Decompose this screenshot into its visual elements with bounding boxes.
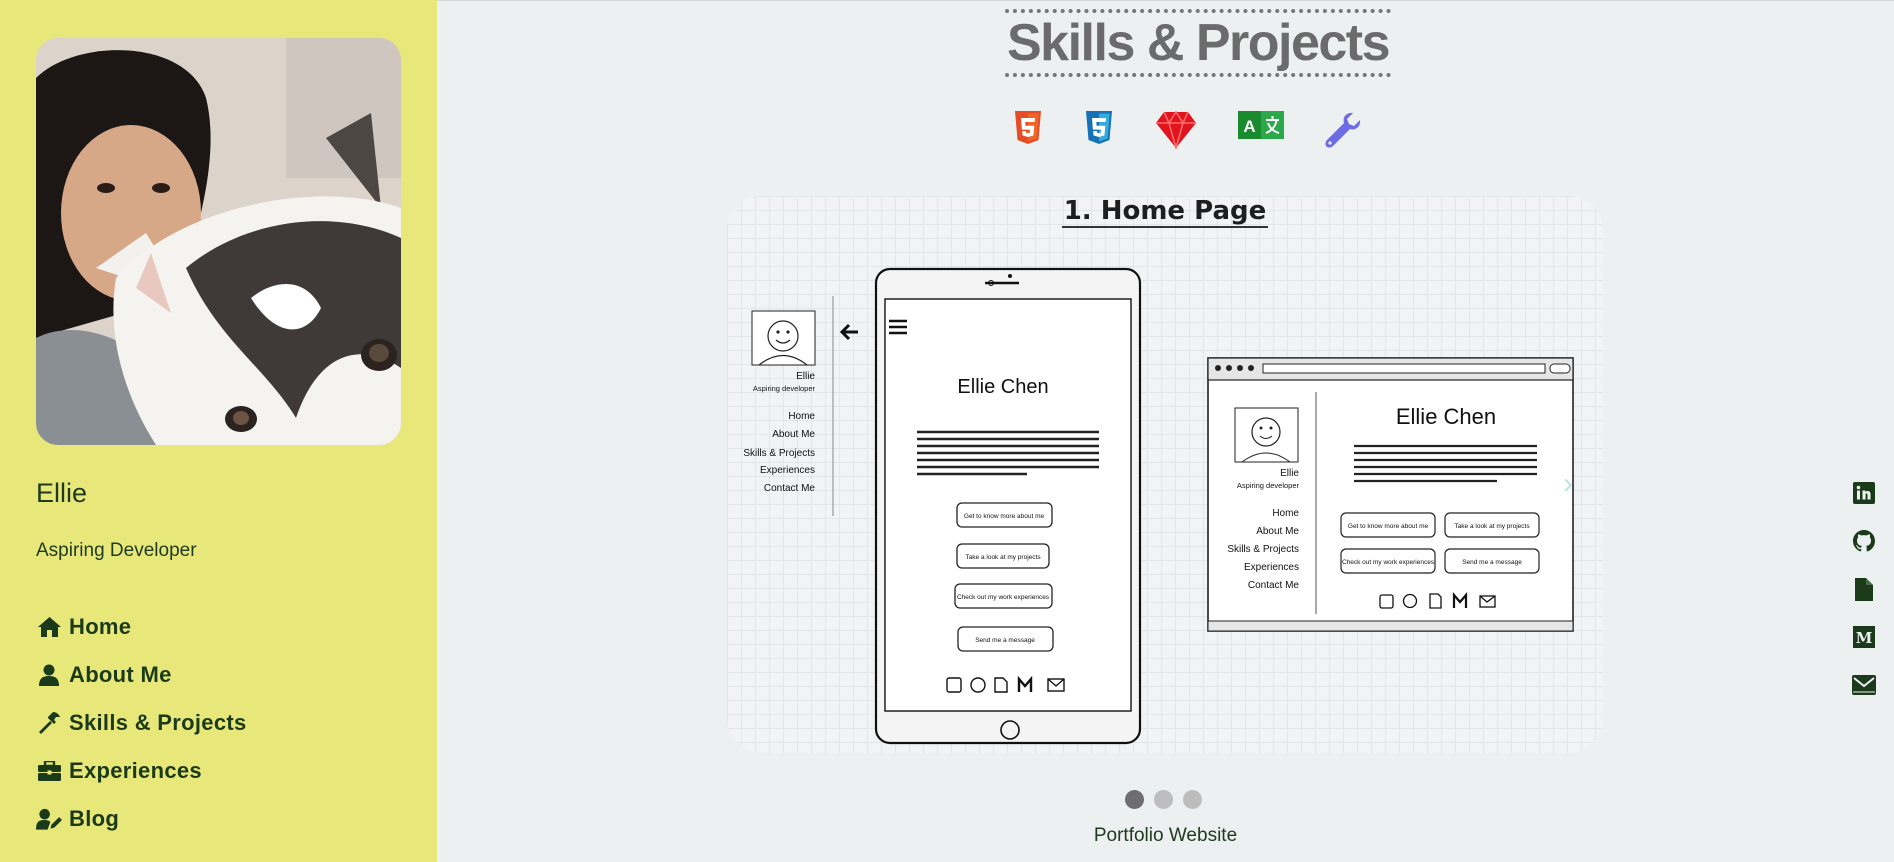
profile-photo <box>36 38 401 445</box>
home-page-wireframe: Ellie Aspiring developer Home About Me S… <box>743 267 1574 745</box>
medium-link[interactable]: M <box>1849 613 1879 661</box>
nav-item-home[interactable]: Home <box>36 603 247 651</box>
github-link[interactable] <box>1849 517 1879 565</box>
page-title: Skills & Projects <box>1005 9 1392 77</box>
wireframe-side-link: Contact Me <box>764 483 816 494</box>
nav-label-about-me: About Me <box>69 662 172 687</box>
nav-label-skills-projects: Skills & Projects <box>69 710 247 735</box>
user-edit-icon <box>36 807 62 831</box>
wireframe-desktop-link: Home <box>1272 508 1299 519</box>
skills-icon-row: A <box>437 111 1894 155</box>
wireframe-side-link: About Me <box>772 429 815 440</box>
home-icon <box>36 615 62 639</box>
resume-link[interactable] <box>1849 565 1879 613</box>
wireframe-side-link: Experiences <box>760 465 815 476</box>
briefcase-icon <box>36 759 62 783</box>
linkedin-icon <box>1853 482 1875 504</box>
linkedin-link[interactable] <box>1849 469 1879 517</box>
wireframe-desktop-heading: Ellie Chen <box>1396 404 1496 429</box>
hammer-icon <box>36 711 62 735</box>
html5-icon <box>1013 111 1043 145</box>
nav-label-experiences: Experiences <box>69 758 202 783</box>
wireframe-phone-heading: Ellie Chen <box>957 376 1048 398</box>
carousel-dot[interactable] <box>1183 790 1202 809</box>
wireframe-side-link: Skills & Projects <box>743 448 815 459</box>
wireframe-phone-button: Get to know more about me <box>964 513 1045 520</box>
carousel-next-arrow[interactable]: › <box>1563 467 1573 501</box>
nav-item-about-me[interactable]: About Me <box>36 651 247 699</box>
wireframe-desktop-button: Send me a message <box>1462 559 1522 566</box>
css3-icon <box>1084 111 1114 145</box>
wrench-icon <box>1324 111 1362 149</box>
social-links: M <box>1849 469 1879 709</box>
nav-label-blog: Blog <box>69 806 120 831</box>
sidebar: Ellie Aspiring Developer Home About Me S… <box>0 0 437 862</box>
nav-item-skills-projects[interactable]: Skills & Projects <box>36 699 247 747</box>
email-link[interactable] <box>1849 661 1879 709</box>
user-icon <box>36 663 62 687</box>
profile-role: Aspiring Developer <box>36 540 197 561</box>
resume-file-icon <box>1855 577 1873 601</box>
email-icon <box>1852 675 1876 695</box>
sidebar-nav: Home About Me Skills & Projects Experien… <box>36 603 247 843</box>
ruby-icon <box>1155 111 1197 149</box>
wireframe-desktop-link: Contact Me <box>1248 580 1300 591</box>
wireframe-side-menu: Ellie Aspiring developer Home About Me S… <box>743 296 858 516</box>
nav-item-blog[interactable]: Blog <box>36 795 247 843</box>
profile-name: Ellie <box>36 478 88 508</box>
carousel-dot[interactable] <box>1154 790 1173 809</box>
slide-caption: Portfolio Website <box>1093 825 1238 846</box>
carousel-indicators <box>1125 790 1202 809</box>
wireframe-side-link: Home <box>788 411 815 422</box>
nav-item-experiences[interactable]: Experiences <box>36 747 247 795</box>
nav-label-home: Home <box>69 614 132 639</box>
wireframe-desktop-link: About Me <box>1256 526 1299 537</box>
wireframe-desktop-button: Take a look at my projects <box>1454 523 1530 530</box>
medium-icon: M <box>1853 626 1875 648</box>
svg-text:M: M <box>1856 629 1873 647</box>
wireframe-side-name: Ellie <box>796 371 815 382</box>
wireframe-desktop: Ellie Aspiring developer Home About Me S… <box>1207 357 1574 632</box>
wireframe-phone-button: Send me a message <box>975 637 1035 644</box>
wireframe-desktop-button: Check out my work experiences <box>1342 559 1435 566</box>
wireframe-desktop-link: Skills & Projects <box>1227 544 1299 555</box>
wireframe-phone-button: Check out my work experiences <box>957 594 1050 601</box>
main-content: Skills & Projects A 1. Home Page Ellie A… <box>437 0 1894 862</box>
wireframe-desktop-name: Ellie <box>1280 468 1299 479</box>
wireframe-phone: Ellie Chen Get to know more about me Tak… <box>874 267 1142 745</box>
wireframe-phone-button: Take a look at my projects <box>965 554 1041 561</box>
wireframe-desktop-button: Get to know more about me <box>1348 523 1429 530</box>
wireframe-desktop-link: Experiences <box>1244 562 1299 573</box>
wireframe-desktop-role: Aspiring developer <box>1237 481 1300 490</box>
github-icon <box>1853 530 1875 552</box>
svg-text:A: A <box>1243 117 1255 136</box>
carousel-dot[interactable] <box>1125 790 1144 809</box>
project-carousel[interactable]: 1. Home Page Ellie Aspiring developer Ho… <box>727 196 1603 753</box>
translate-icon: A <box>1238 111 1284 139</box>
wireframe-side-role: Aspiring developer <box>753 384 816 393</box>
